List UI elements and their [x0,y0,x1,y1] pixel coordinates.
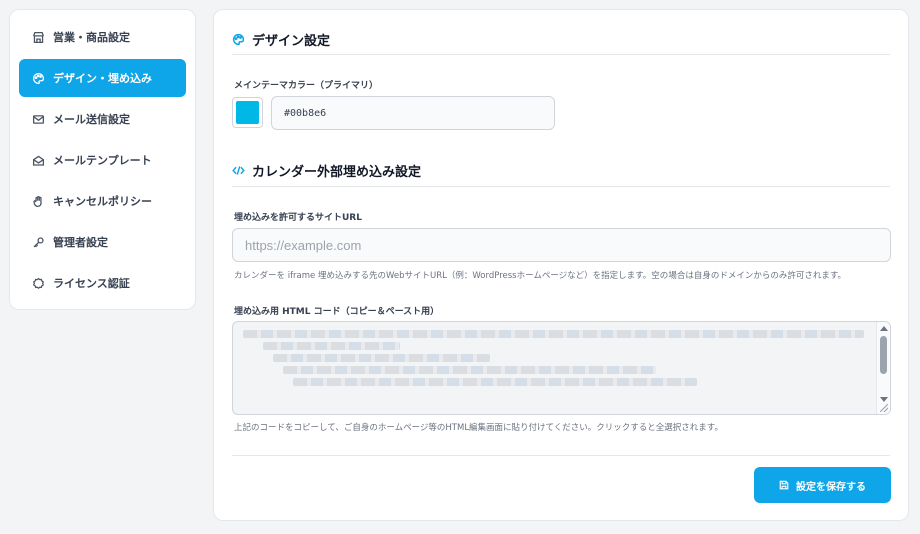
code-scrollbar[interactable] [876,322,890,414]
embed-title-text: カレンダー外部埋め込み設定 [252,165,422,180]
palette-icon [232,33,246,47]
hand-icon [31,194,45,208]
sidebar-item-label: デザイン・埋め込み [53,72,152,85]
sidebar-item-label: ライセンス認証 [53,277,130,290]
embed-code-content [243,330,864,390]
color-swatch [236,101,259,124]
sidebar-item-design[interactable]: デザイン・埋め込み [19,59,186,97]
sidebar-item-license[interactable]: ライセンス認証 [19,264,186,302]
embed-section-title: カレンダー外部埋め込み設定 [232,161,421,180]
badge-icon [31,276,45,290]
divider [232,54,890,55]
save-button-label: 設定を保存する [796,481,866,493]
save-settings-button[interactable]: 設定を保存する [754,467,891,503]
palette-icon [31,71,45,85]
sidebar-item-business[interactable]: 営業・商品設定 [19,18,186,56]
resize-handle-icon[interactable] [880,404,888,412]
settings-panel: デザイン設定 メインテーマカラー（プライマリ） #00b8e6 カレンダー外部埋… [213,9,909,521]
allowed-url-label: 埋め込みを許可するサイトURL [234,213,362,223]
sidebar-item-label: 営業・商品設定 [53,31,130,44]
code-icon [232,164,246,178]
theme-color-label: メインテーマカラー（プライマリ） [234,81,379,91]
sidebar: 営業・商品設定 デザイン・埋め込み メール送信設定 メールテンプレート キャンセ… [9,9,196,310]
sidebar-item-label: メール送信設定 [53,113,130,126]
sidebar-item-label: 管理者設定 [53,236,108,249]
scroll-up-arrow-icon[interactable] [880,326,888,331]
divider [232,186,890,187]
sidebar-item-label: メールテンプレート [53,154,152,167]
color-hex-field[interactable]: #00b8e6 [271,96,555,130]
embed-code-label: 埋め込み用 HTML コード（コピー＆ペースト用） [234,307,440,317]
scroll-thumb[interactable] [880,336,887,374]
mail-icon [31,112,45,126]
embed-code-textarea[interactable] [232,321,891,415]
sidebar-item-label: キャンセルポリシー [53,195,152,208]
mail-open-icon [31,153,45,167]
design-section-title: デザイン設定 [232,30,330,49]
sidebar-item-admin[interactable]: 管理者設定 [19,223,186,261]
save-icon [779,480,790,491]
design-title-text: デザイン設定 [252,34,331,49]
sidebar-item-cancel-policy[interactable]: キャンセルポリシー [19,182,186,220]
allowed-url-help: カレンダーを iframe 埋め込みする先のWebサイトURL（例：WordPr… [234,271,846,281]
color-hex-value: #00b8e6 [284,107,327,119]
sidebar-item-mail-templates[interactable]: メールテンプレート [19,141,186,179]
sidebar-item-mail-settings[interactable]: メール送信設定 [19,100,186,138]
scroll-down-arrow-icon[interactable] [880,397,888,402]
color-picker[interactable] [232,97,263,128]
store-icon [31,30,45,44]
embed-code-help: 上記のコードをコピーして、ご自身のホームページ等のHTML編集画面に貼り付けてく… [234,423,723,433]
allowed-url-input[interactable] [232,228,891,262]
divider [232,455,890,456]
key-icon [31,235,45,249]
